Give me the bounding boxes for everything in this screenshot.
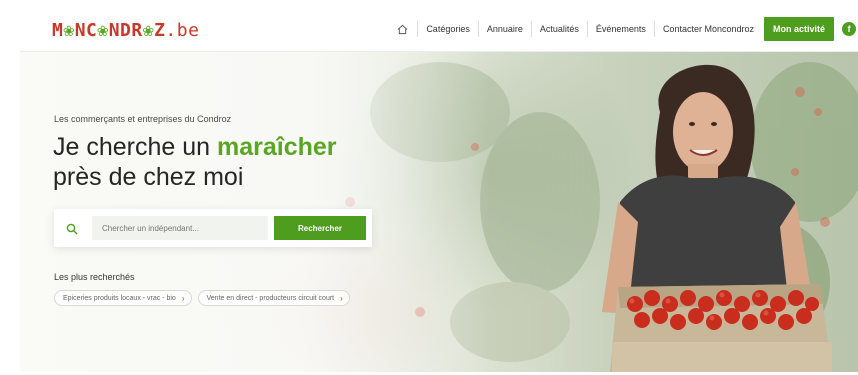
logo-flower-3: ❀	[142, 20, 155, 41]
popular-searches-label: Les plus recherchés	[54, 272, 135, 282]
nav-categories[interactable]: Catégories	[418, 24, 478, 34]
nav-contact[interactable]: Contacter Moncondroz	[655, 24, 762, 34]
logo-text-3: NDR	[108, 20, 143, 41]
logo-tld: .be	[165, 20, 200, 41]
headline-accent: maraîcher	[217, 133, 337, 161]
logo-text-4: Z	[154, 20, 166, 41]
logo-text-2: NC	[74, 20, 98, 41]
chevron-right-icon: ›	[181, 293, 185, 303]
logo-text-1: M	[52, 20, 64, 41]
nav-actualites[interactable]: Actualités	[532, 24, 587, 34]
logo-flower-2: ❀	[97, 20, 109, 41]
site-logo[interactable]: M❀NC❀NDR❀Z.be	[52, 20, 199, 41]
search-button[interactable]: Rechercher	[274, 216, 366, 240]
headline-suffix: près de chez moi	[53, 163, 244, 191]
site-header: M❀NC❀NDR❀Z.be Catégories Annuaire Actual…	[20, 6, 858, 52]
search-input[interactable]	[92, 216, 268, 240]
chip-label: Epiceries produits locaux - vrac - bio	[63, 294, 176, 302]
headline-prefix: Je cherche un	[53, 133, 217, 161]
popular-chip[interactable]: Epiceries produits locaux - vrac - bio ›	[54, 290, 192, 306]
search-box: Rechercher	[54, 209, 372, 247]
hero-eyebrow: Les commerçants et entreprises du Condro…	[54, 114, 232, 124]
chip-label: Vente en direct - producteurs circuit co…	[206, 294, 335, 302]
my-activity-button[interactable]: Mon activité	[763, 17, 834, 41]
popular-searches: Epiceries produits locaux - vrac - bio › …	[54, 290, 350, 306]
hero-headline: Je cherche un maraîcher près de chez moi	[53, 132, 337, 192]
search-icon	[66, 222, 78, 235]
nav-annuaire[interactable]: Annuaire	[479, 24, 531, 34]
main-nav: Catégories Annuaire Actualités Événement…	[393, 6, 858, 52]
nav-evenements[interactable]: Événements	[588, 24, 654, 34]
chevron-right-icon: ›	[340, 293, 343, 303]
logo-flower-1: ❀	[63, 20, 75, 41]
facebook-icon[interactable]: f	[842, 22, 856, 36]
hero-section: Les commerçants et entreprises du Condro…	[20, 52, 858, 372]
popular-chip[interactable]: Vente en direct - producteurs circuit co…	[197, 290, 350, 306]
home-icon[interactable]	[393, 20, 411, 38]
